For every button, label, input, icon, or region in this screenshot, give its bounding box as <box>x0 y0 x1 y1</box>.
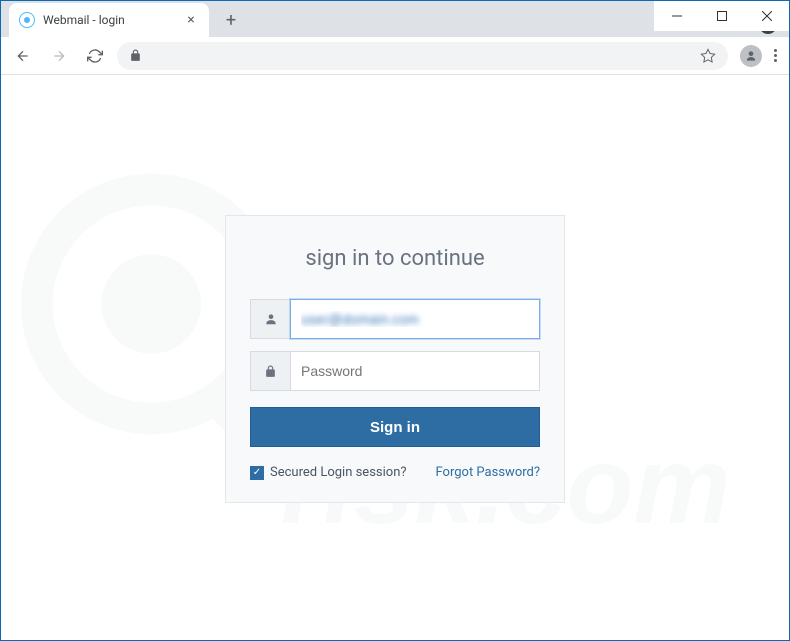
close-tab-icon[interactable]: × <box>183 12 199 28</box>
password-input[interactable] <box>290 351 540 391</box>
address-bar[interactable] <box>117 42 728 70</box>
lock-icon <box>129 49 142 62</box>
window-controls <box>654 1 789 31</box>
password-group <box>250 351 540 391</box>
tab-strip: Webmail - login × + <box>1 1 789 37</box>
tab-title: Webmail - login <box>43 13 175 27</box>
login-title: sign in to continue <box>250 246 540 271</box>
forward-button[interactable] <box>45 42 73 70</box>
favicon-icon <box>19 12 35 28</box>
close-window-button[interactable] <box>744 1 789 31</box>
toolbar-actions <box>736 45 781 67</box>
checkbox-icon: ✓ <box>250 466 264 480</box>
new-tab-button[interactable]: + <box>217 6 245 34</box>
browser-window: Webmail - login × + <box>0 0 790 641</box>
user-icon <box>250 299 290 339</box>
login-footer: ✓ Secured Login session? Forgot Password… <box>250 465 540 480</box>
profile-avatar[interactable] <box>740 45 762 67</box>
minimize-button[interactable] <box>654 1 699 31</box>
login-panel: sign in to continue Sign in ✓ Secured Lo… <box>225 215 565 503</box>
menu-button[interactable] <box>774 49 777 62</box>
browser-toolbar <box>1 37 789 75</box>
username-group <box>250 299 540 339</box>
secured-session-checkbox[interactable]: ✓ Secured Login session? <box>250 465 407 480</box>
page-content: PC risk.com sign in to continue Sign in <box>2 105 788 639</box>
signin-button[interactable]: Sign in <box>250 407 540 447</box>
back-button[interactable] <box>9 42 37 70</box>
browser-tab[interactable]: Webmail - login × <box>9 3 209 37</box>
username-input[interactable] <box>290 299 540 339</box>
secured-session-label: Secured Login session? <box>270 465 407 480</box>
forgot-password-link[interactable]: Forgot Password? <box>435 465 540 480</box>
lock-icon <box>250 351 290 391</box>
star-icon[interactable] <box>700 48 716 64</box>
maximize-button[interactable] <box>699 1 744 31</box>
reload-button[interactable] <box>81 42 109 70</box>
